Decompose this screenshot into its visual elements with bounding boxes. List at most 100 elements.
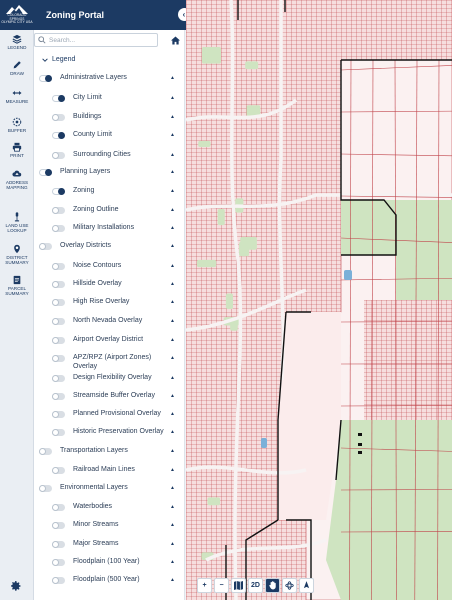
layer-options-caret-icon[interactable]: ▲ — [170, 263, 175, 269]
layer-toggle[interactable] — [52, 281, 65, 288]
tool-land-use-lookup[interactable]: LAND USE LOOKUP — [0, 212, 34, 233]
layer-toggle[interactable] — [52, 263, 65, 270]
layer-toggle[interactable] — [52, 504, 65, 511]
layer-toggle[interactable] — [52, 467, 65, 474]
layer-row-minor-streams[interactable]: Minor Streams — [52, 521, 173, 530]
layer-group-toggle[interactable] — [39, 169, 52, 176]
layer-row-administrative-layers[interactable]: Administrative Layers — [39, 74, 172, 83]
layer-options-caret-icon[interactable]: ▲ — [170, 375, 175, 381]
tool-measure[interactable]: MEASURE — [0, 88, 34, 104]
tool-legend[interactable]: LEGEND — [0, 34, 34, 50]
layer-toggle[interactable] — [52, 522, 65, 529]
layer-row-railroad-main-lines[interactable]: Railroad Main Lines — [52, 466, 173, 475]
layer-options-caret-icon[interactable]: ▲ — [170, 429, 175, 435]
layer-options-caret-icon[interactable]: ▲ — [170, 243, 175, 249]
layer-toggle[interactable] — [52, 225, 65, 232]
layer-row-zoning[interactable]: Zoning — [52, 187, 173, 196]
layer-options-caret-icon[interactable]: ▲ — [170, 485, 175, 491]
layer-row-floodplain-100-year[interactable]: Floodplain (100 Year) — [52, 558, 173, 567]
layer-row-transportation-layers[interactable]: Transportation Layers — [39, 447, 172, 456]
layer-options-caret-icon[interactable]: ▲ — [170, 132, 175, 138]
search-input[interactable] — [49, 35, 153, 45]
layer-toggle[interactable] — [52, 375, 65, 382]
layer-options-caret-icon[interactable]: ▲ — [170, 281, 175, 287]
layer-toggle[interactable] — [52, 207, 65, 214]
layer-options-caret-icon[interactable]: ▲ — [170, 448, 175, 454]
layer-options-caret-icon[interactable]: ▲ — [170, 114, 175, 120]
layer-toggle[interactable] — [52, 577, 65, 584]
layer-options-caret-icon[interactable]: ▲ — [170, 541, 175, 547]
layer-group-toggle[interactable] — [39, 75, 52, 82]
tool-parcel-summary[interactable]: PARCEL SUMMARY — [0, 275, 34, 296]
layer-row-planning-layers[interactable]: Planning Layers — [39, 168, 172, 177]
layer-options-caret-icon[interactable]: ▲ — [170, 467, 175, 473]
layer-toggle[interactable] — [52, 355, 65, 362]
tool-buffer[interactable]: BUFFER — [0, 117, 34, 133]
layer-row-buildings[interactable]: Buildings — [52, 113, 173, 122]
layer-toggle[interactable] — [52, 541, 65, 548]
layer-options-caret-icon[interactable]: ▲ — [170, 95, 175, 101]
layer-options-caret-icon[interactable]: ▲ — [170, 411, 175, 417]
layer-row-military-installations[interactable]: Military Installations — [52, 224, 173, 233]
settings-button[interactable] — [10, 580, 22, 594]
layer-row-overlay-districts[interactable]: Overlay Districts — [39, 242, 172, 251]
layer-toggle[interactable] — [52, 411, 65, 418]
layer-row-county-limit[interactable]: County Limit — [52, 131, 173, 140]
tool-draw[interactable]: DRAW — [0, 60, 34, 76]
layer-row-north-nevada-overlay[interactable]: North Nevada Overlay — [52, 317, 173, 326]
layer-options-caret-icon[interactable]: ▲ — [170, 355, 175, 361]
layer-row-surrounding-cities[interactable]: Surrounding Cities — [52, 151, 173, 160]
rotate-button[interactable] — [282, 577, 297, 593]
layer-toggle[interactable] — [52, 95, 65, 102]
layer-row-historic-preservation-overlay[interactable]: Historic Preservation Overlay — [52, 428, 173, 437]
layer-row-apz-rpz-airport-zones-overlay[interactable]: APZ/RPZ (Airport Zones) Overlay — [52, 354, 173, 371]
layer-row-floodplain-500-year[interactable]: Floodplain (500 Year) — [52, 576, 173, 585]
zoom-in-button[interactable]: + — [197, 577, 212, 593]
layer-options-caret-icon[interactable]: ▲ — [170, 577, 175, 583]
layer-options-caret-icon[interactable]: ▲ — [170, 393, 175, 399]
layer-options-caret-icon[interactable]: ▲ — [170, 299, 175, 305]
layer-toggle[interactable] — [39, 485, 52, 492]
layer-toggle[interactable] — [52, 429, 65, 436]
layer-row-major-streams[interactable]: Major Streams — [52, 540, 173, 549]
layer-row-city-limit[interactable]: City Limit — [52, 94, 173, 103]
map-view[interactable] — [186, 0, 452, 600]
compass-button[interactable] — [299, 577, 314, 593]
layer-row-streamside-buffer-overlay[interactable]: Streamside Buffer Overlay — [52, 392, 173, 401]
layer-options-caret-icon[interactable]: ▲ — [170, 75, 175, 81]
layer-row-airport-overlay-district[interactable]: Airport Overlay District — [52, 336, 173, 345]
layer-row-high-rise-overlay[interactable]: High Rise Overlay — [52, 298, 173, 307]
layer-toggle[interactable] — [39, 243, 52, 250]
layer-toggle[interactable] — [52, 114, 65, 121]
layer-row-design-flexibility-overlay[interactable]: Design Flexibility Overlay — [52, 374, 173, 383]
layer-toggle[interactable] — [52, 132, 65, 139]
pan-button[interactable] — [265, 577, 280, 593]
layer-options-caret-icon[interactable]: ▲ — [170, 337, 175, 343]
layer-toggle[interactable] — [52, 318, 65, 325]
tool-address-mapping[interactable]: ADDRESS MAPPING — [0, 169, 34, 190]
home-button[interactable] — [164, 33, 186, 47]
layer-options-caret-icon[interactable]: ▲ — [170, 559, 175, 565]
layer-options-caret-icon[interactable]: ▲ — [170, 188, 175, 194]
layer-row-hillside-overlay[interactable]: Hillside Overlay — [52, 280, 173, 289]
layer-options-caret-icon[interactable]: ▲ — [170, 504, 175, 510]
layer-options-caret-icon[interactable]: ▲ — [170, 169, 175, 175]
zoom-out-button[interactable]: − — [214, 577, 229, 593]
layer-row-noise-contours[interactable]: Noise Contours — [52, 262, 173, 271]
layer-toggle[interactable] — [52, 337, 65, 344]
view-2d-button[interactable]: 2D — [248, 577, 263, 593]
layer-options-caret-icon[interactable]: ▲ — [170, 318, 175, 324]
layer-options-caret-icon[interactable]: ▲ — [170, 522, 175, 528]
layer-options-caret-icon[interactable]: ▲ — [170, 225, 175, 231]
zoning-map[interactable] — [186, 0, 452, 600]
layer-toggle[interactable] — [52, 393, 65, 400]
layer-toggle[interactable] — [52, 559, 65, 566]
legend-header[interactable]: Legend — [42, 56, 75, 63]
tool-district-summary[interactable]: DISTRICT SUMMARY — [0, 244, 34, 265]
layer-toggle[interactable] — [52, 299, 65, 306]
layer-row-environmental-layers[interactable]: Environmental Layers — [39, 484, 172, 493]
layer-toggle[interactable] — [52, 188, 65, 195]
layer-row-waterbodies[interactable]: Waterbodies — [52, 503, 173, 512]
tool-print[interactable]: PRINT — [0, 142, 34, 158]
layer-options-caret-icon[interactable]: ▲ — [170, 207, 175, 213]
